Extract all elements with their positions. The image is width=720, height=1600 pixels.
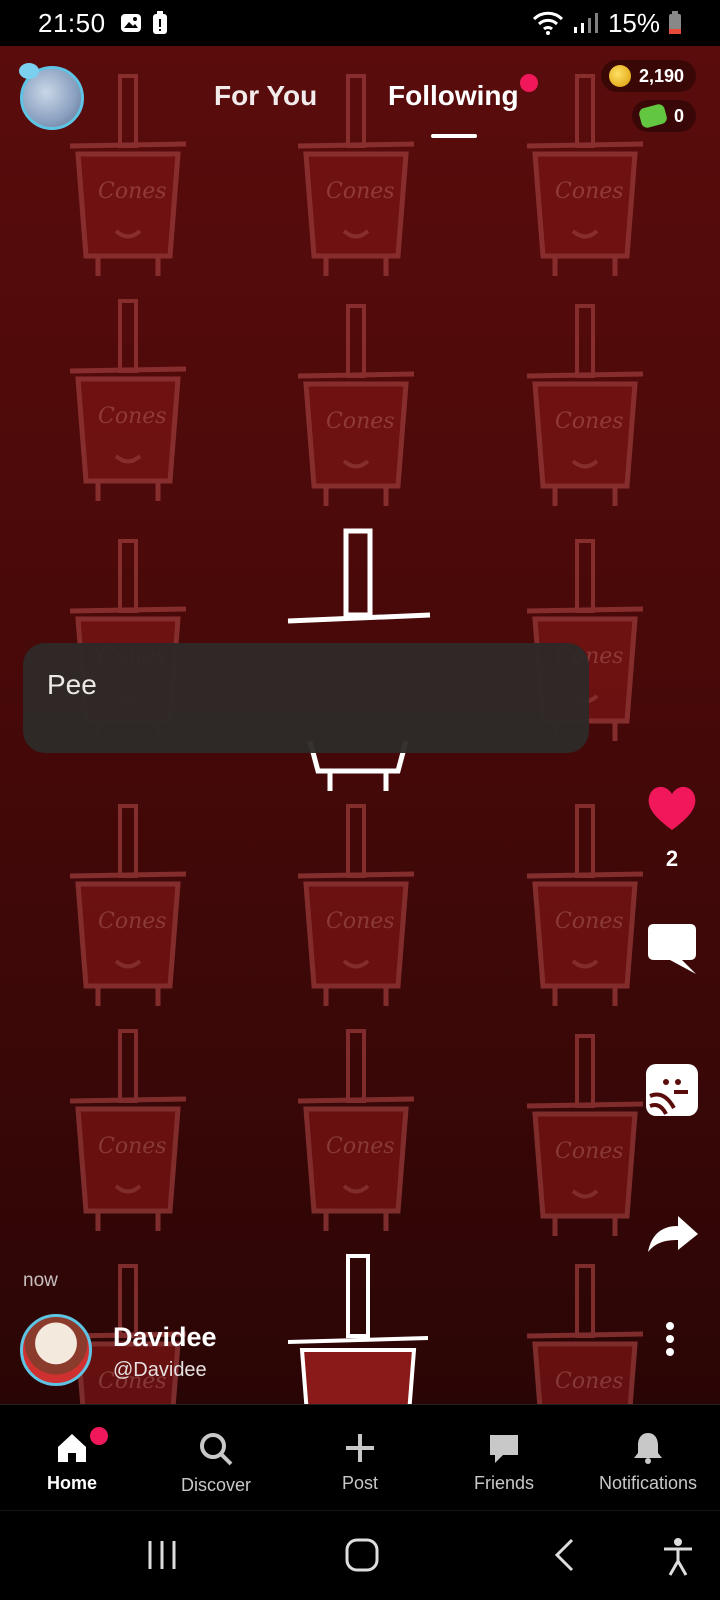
like-button[interactable] [644, 780, 700, 836]
status-time: 21:50 [38, 7, 106, 38]
bottom-nav: Home Discover Post Friends Notifications [0, 1404, 720, 1510]
image-icon [120, 14, 141, 32]
cash-balance[interactable]: 0 [631, 100, 696, 132]
cash-icon [637, 102, 669, 130]
battery-icon [669, 11, 681, 34]
status-right: 15% [532, 8, 682, 39]
coin-icon [608, 65, 631, 87]
comment-button[interactable] [644, 920, 700, 976]
signal-icon [573, 13, 598, 33]
home-notification-dot [90, 1427, 108, 1445]
following-notification-dot [520, 74, 538, 92]
nav-notifications-label: Notifications [598, 1473, 698, 1493]
share-button[interactable] [644, 1204, 700, 1260]
profile-avatar[interactable] [19, 63, 84, 130]
author-avatar[interactable] [20, 1314, 92, 1386]
nav-home-label: Home [46, 1473, 97, 1493]
nav-post[interactable]: Post [288, 1405, 432, 1510]
battery-percent: 15% [607, 7, 660, 38]
post-timestamp: now [23, 1270, 58, 1291]
nav-friends-label: Friends [473, 1473, 535, 1493]
system-nav-bar [0, 1510, 720, 1600]
cash-value: 0 [673, 105, 684, 126]
accessibility-icon[interactable] [662, 1537, 694, 1577]
remix-icon[interactable] [644, 1062, 700, 1118]
bell-icon [634, 1433, 662, 1464]
nav-notifications[interactable]: Notifications [576, 1405, 720, 1510]
bottom-cup-outline [287, 1254, 429, 1404]
coins-balance[interactable]: 2,190 [600, 60, 696, 92]
battery-saver-icon [152, 11, 167, 34]
chat-icon [490, 1435, 518, 1463]
top-nav: For You Following 2,190 0 [0, 60, 720, 150]
search-icon [200, 1433, 233, 1466]
tab-following[interactable]: Following [388, 80, 519, 112]
nav-home[interactable]: Home [0, 1405, 144, 1510]
nav-discover[interactable]: Discover [144, 1405, 288, 1510]
post-caption: Pee [23, 643, 589, 753]
home-icon [58, 1434, 86, 1462]
nav-friends[interactable]: Friends [432, 1405, 576, 1510]
coins-value: 2,190 [638, 65, 684, 86]
status-left-icons [120, 11, 168, 35]
plus-icon [346, 1434, 374, 1462]
more-options-button[interactable] [660, 1322, 680, 1362]
like-count: 2 [665, 846, 679, 871]
author-name[interactable]: Davidee [113, 1322, 217, 1353]
nav-post-label: Post [341, 1473, 379, 1493]
status-bar: 21:50 15% [0, 0, 720, 46]
active-tab-indicator [431, 134, 477, 138]
author-handle[interactable]: @Davidee [113, 1359, 207, 1382]
recent-apps-icon[interactable] [146, 1537, 178, 1573]
home-system-icon[interactable] [344, 1537, 380, 1573]
avatar-badge [19, 63, 39, 79]
nav-discover-label: Discover [180, 1475, 251, 1495]
back-icon[interactable] [552, 1537, 576, 1573]
wifi-icon [532, 11, 564, 35]
caption-text: Pee [47, 669, 97, 700]
tab-for-you[interactable]: For You [214, 80, 317, 112]
